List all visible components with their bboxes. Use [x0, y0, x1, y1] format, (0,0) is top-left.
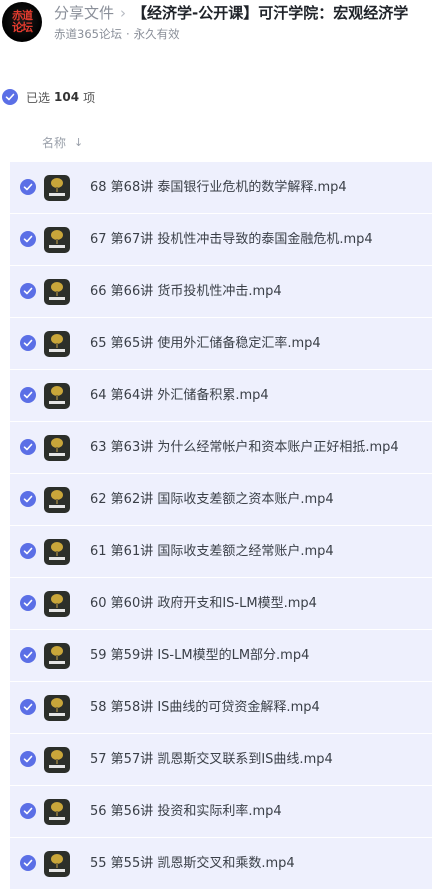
- file-name[interactable]: 64 第64讲 外汇储备积累.mp4: [90, 387, 269, 404]
- file-row[interactable]: 65 第65讲 使用外汇储备稳定汇率.mp4: [10, 318, 432, 369]
- row-checkbox-icon[interactable]: [20, 179, 36, 195]
- row-checkbox-icon[interactable]: [20, 387, 36, 403]
- row-checkbox-icon[interactable]: [20, 491, 36, 507]
- video-thumb-icon: [44, 383, 70, 409]
- file-list: 68 第68讲 泰国银行业危机的数学解释.mp4 67 第67讲 投机性冲击导致的…: [10, 162, 432, 890]
- file-name[interactable]: 68 第68讲 泰国银行业危机的数学解释.mp4: [90, 179, 347, 196]
- breadcrumb-separator-icon: ›: [120, 4, 127, 22]
- file-row[interactable]: 68 第68讲 泰国银行业危机的数学解释.mp4: [10, 162, 432, 213]
- file-name[interactable]: 59 第59讲 IS-LM模型的LM部分.mp4: [90, 647, 309, 664]
- share-validity: 永久有效: [133, 27, 180, 41]
- row-checkbox-icon[interactable]: [20, 335, 36, 351]
- file-row[interactable]: 58 第58讲 IS曲线的可贷资金解释.mp4: [10, 682, 432, 733]
- file-name[interactable]: 61 第61讲 国际收支差额之经常账户.mp4: [90, 543, 334, 560]
- row-checkbox-icon[interactable]: [20, 647, 36, 663]
- file-name[interactable]: 57 第57讲 凯恩斯交叉联系到IS曲线.mp4: [90, 751, 333, 768]
- row-checkbox-icon[interactable]: [20, 231, 36, 247]
- video-thumb-icon: [44, 279, 70, 305]
- meta-dot-separator: ·: [125, 27, 130, 41]
- video-thumb-icon: [44, 331, 70, 357]
- select-all-checkbox-icon[interactable]: [2, 89, 18, 105]
- file-name[interactable]: 67 第67讲 投机性冲击导致的泰国金融危机.mp4: [90, 231, 373, 248]
- file-name[interactable]: 56 第56讲 投资和实际利率.mp4: [90, 803, 282, 820]
- video-thumb-icon: [44, 539, 70, 565]
- selection-summary: 已选 104 项: [2, 87, 95, 107]
- file-name[interactable]: 55 第55讲 凯恩斯交叉和乘数.mp4: [90, 855, 295, 872]
- file-row[interactable]: 56 第56讲 投资和实际利率.mp4: [10, 786, 432, 837]
- file-row[interactable]: 59 第59讲 IS-LM模型的LM部分.mp4: [10, 630, 432, 681]
- video-thumb-icon: [44, 851, 70, 877]
- selected-label: 已选: [26, 90, 51, 105]
- row-checkbox-icon[interactable]: [20, 855, 36, 871]
- breadcrumb-share-files[interactable]: 分享文件: [54, 4, 114, 22]
- sort-arrow-icon[interactable]: ↓: [74, 136, 83, 149]
- file-row[interactable]: 66 第66讲 货币投机性冲击.mp4: [10, 266, 432, 317]
- folder-title: 【经济学-公开课】可汗学院：宏观经济学: [132, 4, 409, 22]
- forum-avatar[interactable]: 赤道 论坛: [2, 2, 42, 42]
- video-thumb-icon: [44, 227, 70, 253]
- file-name[interactable]: 58 第58讲 IS曲线的可贷资金解释.mp4: [90, 699, 320, 716]
- video-thumb-icon: [44, 175, 70, 201]
- file-row[interactable]: 67 第67讲 投机性冲击导致的泰国金融危机.mp4: [10, 214, 432, 265]
- selected-unit: 项: [83, 90, 96, 105]
- column-header-name[interactable]: 名称 ↓: [42, 134, 83, 151]
- file-row[interactable]: 57 第57讲 凯恩斯交叉联系到IS曲线.mp4: [10, 734, 432, 785]
- file-row[interactable]: 61 第61讲 国际收支差额之经常账户.mp4: [10, 526, 432, 577]
- selected-count: 104: [54, 90, 80, 104]
- row-checkbox-icon[interactable]: [20, 699, 36, 715]
- file-row[interactable]: 64 第64讲 外汇储备积累.mp4: [10, 370, 432, 421]
- row-checkbox-icon[interactable]: [20, 751, 36, 767]
- share-meta: 赤道365论坛 · 永久有效: [54, 26, 180, 42]
- video-thumb-icon: [44, 695, 70, 721]
- file-name[interactable]: 65 第65讲 使用外汇储备稳定汇率.mp4: [90, 335, 321, 352]
- share-source: 赤道365论坛: [54, 27, 122, 41]
- share-header: 赤道 论坛 分享文件 › 【经济学-公开课】可汗学院：宏观经济学 赤道365论坛 · 永…: [0, 0, 432, 46]
- row-checkbox-icon[interactable]: [20, 543, 36, 559]
- video-thumb-icon: [44, 591, 70, 617]
- file-row[interactable]: 62 第62讲 国际收支差额之资本账户.mp4: [10, 474, 432, 525]
- video-thumb-icon: [44, 487, 70, 513]
- file-name[interactable]: 66 第66讲 货币投机性冲击.mp4: [90, 283, 282, 300]
- row-checkbox-icon[interactable]: [20, 283, 36, 299]
- avatar-logo-text: 赤道 论坛: [12, 9, 33, 34]
- video-thumb-icon: [44, 643, 70, 669]
- column-name-label: 名称: [42, 136, 67, 150]
- row-checkbox-icon[interactable]: [20, 439, 36, 455]
- file-name[interactable]: 62 第62讲 国际收支差额之资本账户.mp4: [90, 491, 334, 508]
- file-name[interactable]: 60 第60讲 政府开支和IS-LM模型.mp4: [90, 595, 317, 612]
- row-checkbox-icon[interactable]: [20, 595, 36, 611]
- video-thumb-icon: [44, 435, 70, 461]
- file-row[interactable]: 55 第55讲 凯恩斯交叉和乘数.mp4: [10, 838, 432, 889]
- row-checkbox-icon[interactable]: [20, 803, 36, 819]
- file-name[interactable]: 63 第63讲 为什么经常帐户和资本账户正好相抵.mp4: [90, 439, 399, 456]
- video-thumb-icon: [44, 799, 70, 825]
- video-thumb-icon: [44, 747, 70, 773]
- breadcrumb: 分享文件 › 【经济学-公开课】可汗学院：宏观经济学: [54, 2, 432, 24]
- file-row[interactable]: 63 第63讲 为什么经常帐户和资本账户正好相抵.mp4: [10, 422, 432, 473]
- file-row[interactable]: 60 第60讲 政府开支和IS-LM模型.mp4: [10, 578, 432, 629]
